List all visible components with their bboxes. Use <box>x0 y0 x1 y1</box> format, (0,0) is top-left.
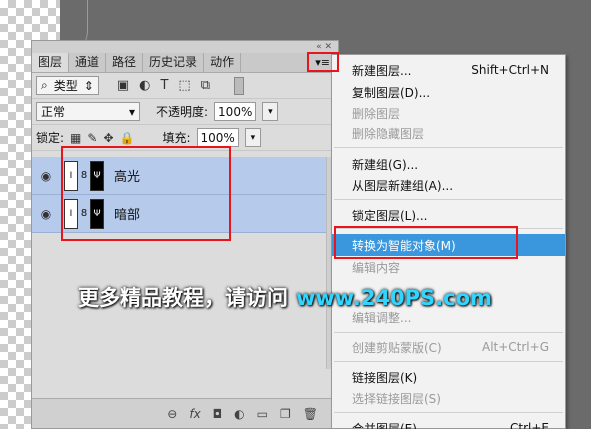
eye-icon[interactable]: ◉ <box>32 169 60 183</box>
collapse-icon[interactable]: « <box>316 42 322 52</box>
link-layers-icon[interactable]: ⊖ <box>167 407 177 421</box>
menu-item-label: 锁定图层(L)... <box>352 208 428 223</box>
adjustment-filter-icon[interactable]: ◐ <box>139 78 150 93</box>
lock-all-icon[interactable]: 🔒 <box>120 131 135 145</box>
menu-item-delete-hidden-layers: 删除隐藏图层 <box>332 122 565 144</box>
menu-item-label: 链接图层(K) <box>352 370 418 385</box>
watermark-url: www.240PS.com <box>296 286 492 310</box>
menu-item-label: 新建图层... <box>352 63 412 78</box>
menu-shortcut: Alt+Ctrl+G <box>481 340 549 354</box>
opacity-label: 不透明度: <box>156 105 209 119</box>
opacity-dropdown[interactable]: ▾ <box>262 102 279 121</box>
filter-kind-value: 类型 <box>53 79 78 93</box>
menu-item-delete-layer: 删除图层 <box>332 102 565 124</box>
menu-item-edit-contents: 编辑内容 <box>332 256 565 278</box>
filter-row: ⌕ 类型 ⇕ ▣ ◐ T ⬚ ⧉ <box>32 73 338 99</box>
fill-label: 填充: <box>162 131 191 145</box>
blend-mode-select[interactable]: 正常 ▾ <box>36 102 140 121</box>
menu-item-new-layer[interactable]: 新建图层... Shift+Ctrl+N <box>332 59 565 81</box>
filter-icons: ▣ ◐ T ⬚ ⧉ <box>117 78 210 93</box>
highlight-panel-menu <box>307 52 339 72</box>
panel-titlebar: « ✕ <box>32 41 338 53</box>
fill-dropdown[interactable]: ▾ <box>244 128 261 147</box>
tab-channels[interactable]: 通道 <box>69 53 107 72</box>
chevron-updown-icon: ⇕ <box>83 78 94 93</box>
lock-brush-icon[interactable]: ✎ <box>87 131 97 145</box>
filter-toggle[interactable] <box>234 76 244 95</box>
menu-item-label: 编辑内容 <box>352 260 401 275</box>
shape-filter-icon[interactable]: ⬚ <box>178 78 190 93</box>
menu-item-label: 复制图层(D)... <box>352 85 431 100</box>
menu-item-link-layers[interactable]: 链接图层(K) <box>332 366 565 388</box>
menu-separator <box>334 332 563 333</box>
new-layer-icon[interactable]: ❐ <box>280 407 291 421</box>
panel-tabs: 图层 通道 路径 历史记录 动作 ▾≡ <box>32 53 338 73</box>
menu-item-merge-layers[interactable]: 合并图层(E) Ctrl+E <box>332 417 565 429</box>
menu-item-label: 选择链接图层(S) <box>352 391 441 406</box>
highlight-layers <box>61 146 231 241</box>
watermark: 更多精品教程，请访问 www.240PS.com <box>78 282 492 312</box>
lock-label: 锁定: <box>36 131 65 145</box>
tab-actions[interactable]: 动作 <box>204 53 242 72</box>
fx-icon[interactable]: fx <box>189 407 200 421</box>
lock-transparent-icon[interactable]: ▦ <box>70 131 81 145</box>
menu-item-new-group-from-layers[interactable]: 从图层新建组(A)... <box>332 174 565 196</box>
menu-item-duplicate-layer[interactable]: 复制图层(D)... <box>332 81 565 103</box>
add-mask-icon[interactable]: ◘ <box>213 407 223 421</box>
fill-input[interactable]: 100% <box>196 128 239 147</box>
trash-icon[interactable]: 🗑 <box>303 407 318 421</box>
smart-object-filter-icon[interactable]: ⧉ <box>201 78 210 93</box>
tab-paths[interactable]: 路径 <box>106 53 144 72</box>
menu-item-label: 新建组(G)... <box>352 157 419 172</box>
menu-separator <box>334 412 563 413</box>
menu-item-select-linked-layers: 选择链接图层(S) <box>332 387 565 409</box>
lock-icons: ▦ ✎ ✥ 🔒 <box>70 131 134 145</box>
chevron-down-icon: ▾ <box>128 104 135 119</box>
eye-icon[interactable]: ◉ <box>32 207 60 221</box>
adjustment-layer-icon[interactable]: ◐ <box>234 407 244 421</box>
menu-item-label: 从图层新建组(A)... <box>352 178 454 193</box>
menu-item-label: 删除图层 <box>352 106 401 121</box>
tab-history[interactable]: 历史记录 <box>143 53 205 72</box>
menu-shortcut: Ctrl+E <box>510 421 549 429</box>
panel-footer: ⊖ fx ◘ ◐ ▭ ❐ 🗑 <box>32 398 338 428</box>
new-group-icon[interactable]: ▭ <box>257 407 268 421</box>
image-filter-icon[interactable]: ▣ <box>117 78 129 93</box>
lock-move-icon[interactable]: ✥ <box>103 131 113 145</box>
menu-item-create-clipping-mask: 创建剪贴蒙版(C) Alt+Ctrl+G <box>332 336 565 358</box>
menu-separator <box>334 199 563 200</box>
menu-separator <box>334 147 563 148</box>
menu-item-lock-layers[interactable]: 锁定图层(L)... <box>332 204 565 226</box>
filter-kind-select[interactable]: ⌕ 类型 ⇕ <box>36 76 99 95</box>
blend-mode-value: 正常 <box>41 105 66 119</box>
opacity-input[interactable]: 100% <box>214 102 257 121</box>
close-icon[interactable]: ✕ <box>324 42 332 52</box>
menu-item-new-group[interactable]: 新建组(G)... <box>332 153 565 175</box>
menu-item-label: 合并图层(E) <box>352 421 417 429</box>
menu-shortcut: Shift+Ctrl+N <box>471 63 549 77</box>
type-filter-icon[interactable]: T <box>160 78 168 93</box>
tab-layers[interactable]: 图层 <box>32 53 70 72</box>
watermark-text: 更多精品教程，请访问 <box>78 286 288 310</box>
highlight-smart-object <box>334 226 518 259</box>
blend-row: 正常 ▾ 不透明度: 100% ▾ <box>32 99 338 125</box>
menu-item-label: 创建剪贴蒙版(C) <box>352 340 442 355</box>
menu-item-label: 删除隐藏图层 <box>352 126 425 141</box>
menu-separator <box>334 361 563 362</box>
search-icon: ⌕ <box>41 78 48 92</box>
